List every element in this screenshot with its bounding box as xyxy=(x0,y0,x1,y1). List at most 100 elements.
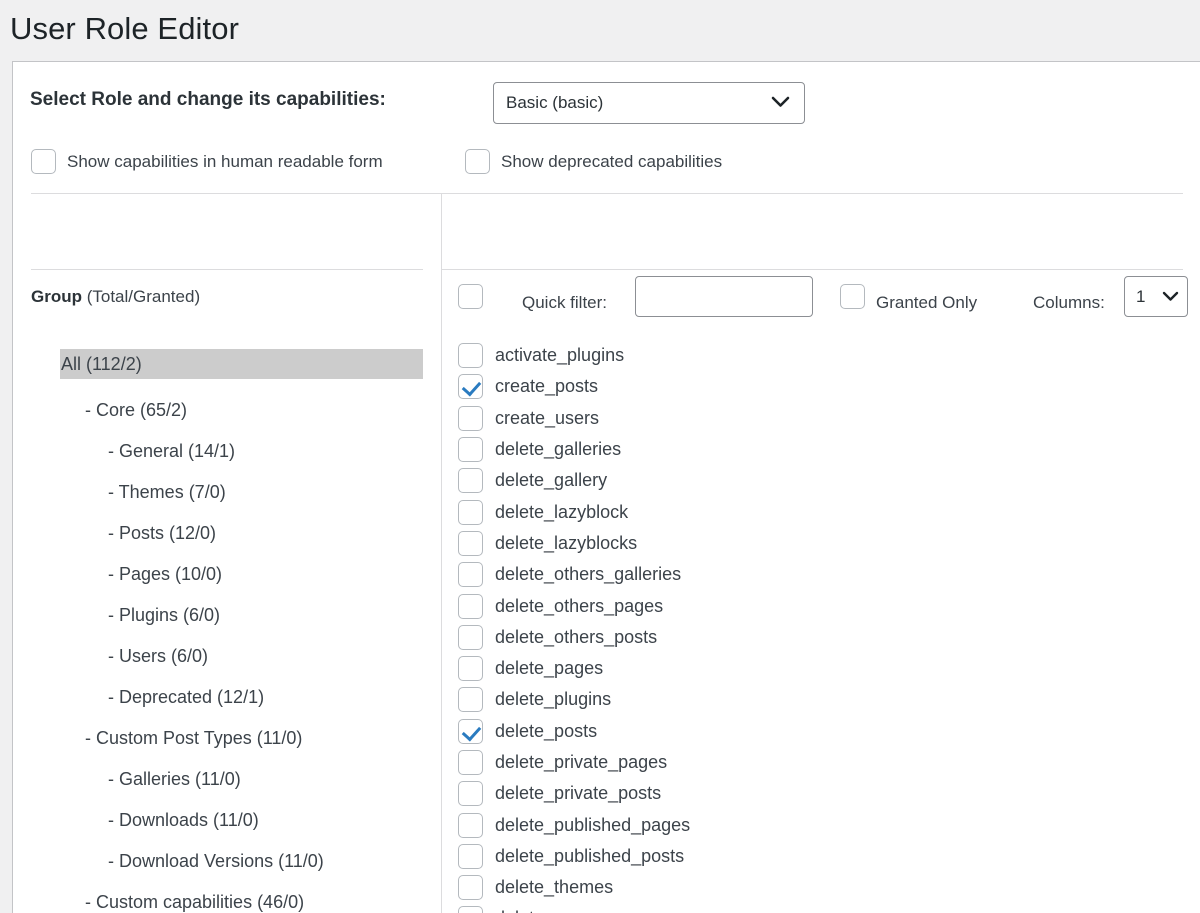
capability-row[interactable]: delete_posts xyxy=(442,716,1200,747)
capability-label: delete_themes xyxy=(495,877,614,898)
group-tree-item-label: - General (14/1) xyxy=(108,441,236,461)
capability-checkbox[interactable] xyxy=(458,499,483,525)
group-column-header-bold: Group xyxy=(31,287,82,306)
capability-label: delete_private_pages xyxy=(495,752,668,772)
group-tree-item[interactable]: - Download Versions (11/0) xyxy=(13,841,441,882)
capability-checkbox[interactable] xyxy=(458,656,483,682)
capability-row[interactable]: delete_published_posts xyxy=(442,841,1200,872)
capability-label: delete_lazyblocks xyxy=(495,532,638,553)
capability-row[interactable]: delete_galleries xyxy=(442,434,1200,465)
option-human-readable[interactable]: Show capabilities in human readable form xyxy=(31,149,383,174)
group-column-header-rest: (Total/Granted) xyxy=(82,287,201,306)
capability-row[interactable]: delete_pages xyxy=(442,653,1200,684)
show-deprecated-checkbox[interactable] xyxy=(465,149,490,174)
capability-label: delete_others_posts xyxy=(495,626,658,647)
human-readable-checkbox[interactable] xyxy=(31,149,56,174)
granted-only-label: Granted Only xyxy=(876,293,978,312)
quick-filter-input[interactable] xyxy=(635,276,813,317)
human-readable-label: Show capabilities in human readable form xyxy=(67,151,383,171)
capability-checkbox[interactable] xyxy=(458,843,483,869)
group-tree-item-label: - Custom Post Types (11/0) xyxy=(85,728,303,748)
group-tree-item-label: - Themes (7/0) xyxy=(108,482,226,502)
capability-checkbox[interactable] xyxy=(458,687,483,713)
group-tree-item[interactable]: - Pages (10/0) xyxy=(13,554,441,595)
group-tree-item[interactable]: - Plugins (6/0) xyxy=(13,595,441,636)
capability-checkbox[interactable] xyxy=(458,624,483,650)
capability-row[interactable]: delete_lazyblocks xyxy=(442,528,1200,559)
capability-label: delete_pages xyxy=(495,658,604,679)
role-selector-row: Select Role and change its capabilities:… xyxy=(13,62,1200,134)
capability-checkbox[interactable] xyxy=(458,781,483,807)
capability-row[interactable]: create_posts xyxy=(442,371,1200,402)
capability-row[interactable]: delete_private_posts xyxy=(442,778,1200,809)
divider-group-header xyxy=(31,269,423,270)
capability-label: delete_others_galleries xyxy=(495,564,682,585)
capability-row[interactable]: delete_themes xyxy=(442,872,1200,903)
group-tree-item[interactable]: - Custom Post Types (11/0) xyxy=(13,718,441,759)
group-tree-item-label: - Users (6/0) xyxy=(108,646,209,666)
capability-checkbox[interactable] xyxy=(458,468,483,494)
capability-row[interactable]: delete_private_pages xyxy=(442,747,1200,778)
group-tree-item[interactable]: - Deprecated (12/1) xyxy=(13,677,441,718)
group-tree-item[interactable]: - Core (65/2) xyxy=(13,390,441,431)
capability-label: delete_galleries xyxy=(495,439,622,460)
group-tree-item[interactable]: - Themes (7/0) xyxy=(13,472,441,513)
group-tree-item[interactable]: - Downloads (11/0) xyxy=(13,800,441,841)
capability-row[interactable]: delete_gallery xyxy=(442,465,1200,496)
capability-checkbox[interactable] xyxy=(458,875,483,901)
capability-checkbox[interactable] xyxy=(458,562,483,588)
columns-label: Columns: xyxy=(1033,293,1105,312)
capability-label: create_posts xyxy=(495,376,599,397)
capability-row[interactable]: delete_others_pages xyxy=(442,590,1200,621)
capability-label: delete_users xyxy=(495,908,598,913)
capability-checkbox[interactable] xyxy=(458,593,483,619)
group-column-header: Group (Total/Granted) xyxy=(31,287,200,307)
capability-label: delete_plugins xyxy=(495,689,612,710)
group-tree-item[interactable]: - General (14/1) xyxy=(13,431,441,472)
capability-label: delete_lazyblock xyxy=(495,501,629,522)
capability-row[interactable]: activate_plugins xyxy=(442,340,1200,371)
chevron-down-icon xyxy=(771,93,790,113)
capability-checkbox[interactable] xyxy=(458,343,483,369)
role-select[interactable]: Basic (basic) xyxy=(493,82,805,124)
capability-row[interactable]: delete_lazyblock xyxy=(442,496,1200,527)
show-deprecated-label: Show deprecated capabilities xyxy=(501,151,723,171)
capability-checkbox[interactable] xyxy=(458,437,483,463)
select-all-capabilities-checkbox[interactable] xyxy=(458,284,483,309)
capability-row[interactable]: delete_published_pages xyxy=(442,809,1200,840)
group-tree-item[interactable]: - Custom capabilities (46/0) xyxy=(13,882,441,913)
group-tree-item[interactable]: All (112/2) xyxy=(13,349,441,390)
display-options-row: Show capabilities in human readable form… xyxy=(13,134,1200,192)
capability-list: activate_plugins create_posts create_users… xyxy=(442,340,1200,913)
group-tree: All (112/2) - Core (65/2) - General (14/1)… xyxy=(13,343,441,913)
capability-checkbox[interactable] xyxy=(458,530,483,556)
group-tree-item-label: - Deprecated (12/1) xyxy=(108,687,265,707)
group-tree-item[interactable]: - Galleries (11/0) xyxy=(13,759,441,800)
group-tree-item-label: - Core (65/2) xyxy=(85,400,188,420)
granted-only-checkbox[interactable] xyxy=(840,284,865,309)
capability-row[interactable]: delete_others_galleries xyxy=(442,559,1200,590)
group-tree-item[interactable]: - Posts (12/0) xyxy=(13,513,441,554)
capability-label: delete_published_posts xyxy=(495,845,685,866)
capability-checkbox[interactable] xyxy=(458,750,483,775)
capability-checkbox[interactable] xyxy=(458,718,483,744)
group-tree-item-label: - Posts (12/0) xyxy=(108,523,217,543)
capability-label: delete_published_pages xyxy=(495,814,691,835)
capability-row[interactable]: delete_others_posts xyxy=(442,622,1200,653)
capability-label: delete_private_posts xyxy=(495,783,662,804)
capability-checkbox[interactable] xyxy=(458,812,483,838)
capability-label: delete_gallery xyxy=(495,470,608,491)
capability-label: create_users xyxy=(495,407,600,428)
capability-row[interactable]: delete_users xyxy=(442,903,1200,913)
capability-checkbox[interactable] xyxy=(458,374,483,400)
group-tree-item-label: - Custom capabilities (46/0) xyxy=(85,892,305,912)
group-tree-item[interactable]: - Users (6/0) xyxy=(13,636,441,677)
capability-checkbox[interactable] xyxy=(458,405,483,431)
capability-row[interactable]: delete_plugins xyxy=(442,684,1200,715)
capability-row[interactable]: create_users xyxy=(442,403,1200,434)
capability-checkbox[interactable] xyxy=(458,906,483,913)
chevron-down-icon xyxy=(1162,287,1179,307)
option-show-deprecated[interactable]: Show deprecated capabilities xyxy=(465,149,722,174)
capabilities-toolbar: Quick filter: Granted Only Columns: 1 xyxy=(442,254,1200,330)
columns-select[interactable]: 1 xyxy=(1124,276,1188,317)
